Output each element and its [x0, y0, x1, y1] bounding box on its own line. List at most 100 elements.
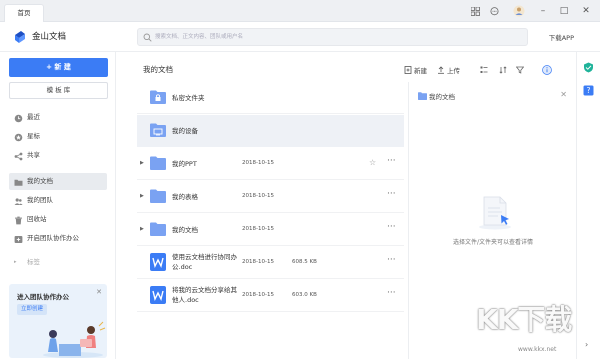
more-icon[interactable]: ··· — [387, 156, 396, 166]
list-view-icon[interactable] — [480, 64, 488, 76]
table-row[interactable]: 我的设备 — [137, 115, 404, 147]
maximize-icon[interactable]: □ — [553, 2, 575, 20]
search-input[interactable] — [155, 31, 515, 43]
expand-arrow-icon[interactable]: ▶ — [140, 226, 144, 232]
file-size: 603.0 KB — [292, 292, 317, 298]
upload-icon — [438, 66, 444, 74]
clock-icon — [14, 113, 23, 123]
sort-icon[interactable] — [499, 64, 507, 76]
avatar[interactable] — [513, 5, 525, 17]
filter-icon[interactable] — [516, 64, 524, 76]
sidebar-item-label: 回收站 — [27, 215, 47, 223]
file-date: 2018-10-15 — [242, 160, 274, 166]
new-file-label: 新建 — [414, 67, 427, 75]
chevron-right-icon[interactable]: › — [585, 340, 588, 349]
new-file-icon — [404, 66, 412, 74]
sidebar-item-label: 共享 — [27, 151, 40, 159]
expand-arrow-icon[interactable]: ▶ — [140, 193, 144, 199]
more-icon[interactable]: ··· — [387, 255, 396, 265]
table-row[interactable]: 使用云文档进行协同办公.doc 2018-10-15 608.5 KB ··· — [137, 247, 404, 279]
file-size: 608.5 KB — [292, 259, 317, 265]
info-icon[interactable] — [542, 64, 552, 76]
lock-folder-icon — [150, 90, 166, 104]
search-icon — [143, 33, 152, 42]
watermark-logo: KK下载 — [476, 303, 572, 336]
new-button[interactable]: + 新 建 — [9, 58, 108, 77]
empty-document-icon — [479, 196, 511, 230]
upload-label: 上传 — [447, 67, 460, 75]
sidebar-item-my-docs[interactable]: 我的文档 — [9, 173, 107, 190]
template-button[interactable]: 模 板 库 — [9, 82, 108, 99]
more-icon[interactable]: ··· — [387, 189, 396, 199]
promo-create-button[interactable]: 立即创建 — [17, 304, 48, 315]
file-date: 2018-10-15 — [242, 193, 274, 199]
title-bar: 首页 – □ ✕ — [0, 0, 600, 22]
app-title: 金山文档 — [32, 32, 67, 42]
sidebar-item-label: 开启团队协作办公 — [27, 234, 79, 242]
sidebar-item-trash[interactable]: 回收站 — [9, 211, 107, 228]
download-app-link[interactable]: 下载APP — [549, 32, 574, 42]
app-logo-icon — [13, 30, 27, 44]
detail-title: 我的文档 — [429, 93, 455, 101]
promo-title: 进入团队协作办公 — [17, 293, 69, 301]
sidebar-item-label: 标签 — [27, 258, 40, 266]
minimize-icon[interactable]: – — [532, 2, 554, 20]
sidebar-item-label: 星标 — [27, 132, 40, 140]
new-file-button[interactable]: 新建 — [404, 64, 427, 76]
file-name: 将我的云文档分享给其他人.doc — [172, 286, 237, 304]
sidebar-item-starred[interactable]: 星标 — [9, 128, 107, 145]
file-name: 私密文件夹 — [172, 94, 205, 102]
file-name: 使用云文档进行协同办公.doc — [172, 253, 237, 271]
sidebar-item-my-team[interactable]: 我的团队 — [9, 192, 107, 209]
table-row[interactable]: 私密文件夹 — [137, 82, 404, 114]
folder-icon — [150, 222, 166, 236]
folder-icon — [150, 156, 166, 170]
grid-icon[interactable] — [469, 5, 481, 17]
file-name: 我的文档 — [172, 226, 198, 234]
check-shield-icon[interactable] — [583, 62, 594, 75]
sidebar-tags-toggle[interactable]: ▸ 标签 — [9, 254, 107, 271]
file-date: 2018-10-15 — [242, 226, 274, 232]
word-doc-icon — [150, 253, 166, 271]
sidebar-item-label: 我的文档 — [27, 177, 53, 185]
upload-button[interactable]: 上传 — [437, 64, 460, 76]
team-illustration-icon — [43, 321, 106, 358]
table-row[interactable]: ▶ 我的文档 2018-10-15 ··· — [137, 214, 404, 246]
page-title: 我的文档 — [143, 65, 173, 74]
team-icon — [14, 196, 23, 205]
table-row[interactable]: ▶ 我的表格 2018-10-15 ··· — [137, 181, 404, 213]
sidebar-item-team-collab[interactable]: 开启团队协作办公 — [9, 230, 107, 247]
watermark-url: www.kkx.net — [518, 346, 557, 353]
detail-close-icon[interactable]: ✕ — [560, 90, 567, 99]
chevron-right-icon: ▸ — [14, 259, 17, 265]
file-date: 2018-10-15 — [242, 259, 274, 265]
search-box[interactable] — [137, 28, 528, 46]
expand-arrow-icon[interactable]: ▶ — [140, 160, 144, 166]
more-icon[interactable]: ··· — [387, 288, 396, 298]
folder-icon — [150, 189, 166, 203]
tab-home[interactable]: 首页 — [4, 4, 44, 22]
share-icon — [14, 151, 23, 161]
close-icon[interactable]: ✕ — [575, 2, 597, 20]
sidebar-item-recent[interactable]: 最近 — [9, 109, 107, 126]
table-row[interactable]: 将我的云文档分享给其他人.doc 2018-10-15 603.0 KB ··· — [137, 280, 404, 312]
right-rail: ? › — [576, 52, 600, 359]
star-icon — [14, 132, 23, 142]
sidebar: + 新 建 模 板 库 最近 星标 共享 我的文档 我的团队 回收站 开启团队协… — [0, 52, 116, 359]
folder-icon — [418, 92, 427, 100]
help-icon[interactable]: ? — [583, 85, 594, 98]
file-name: 我的表格 — [172, 193, 198, 201]
message-icon[interactable] — [488, 5, 500, 17]
star-icon[interactable]: ☆ — [369, 158, 376, 167]
file-name: 我的设备 — [172, 127, 198, 135]
sidebar-item-shared[interactable]: 共享 — [9, 147, 107, 164]
folder-icon — [14, 177, 23, 186]
app-header: 金山文档 下载APP — [0, 22, 600, 52]
detail-hint: 选择文件/文件夹可以查看详情 — [452, 239, 534, 246]
promo-close-icon[interactable]: ✕ — [96, 288, 102, 296]
more-icon[interactable]: ··· — [387, 222, 396, 232]
sidebar-item-label: 我的团队 — [27, 196, 53, 204]
table-row[interactable]: ▶ 我的PPT 2018-10-15 ☆ ··· — [137, 148, 404, 180]
file-name: 我的PPT — [172, 160, 197, 168]
trash-icon — [14, 215, 23, 225]
